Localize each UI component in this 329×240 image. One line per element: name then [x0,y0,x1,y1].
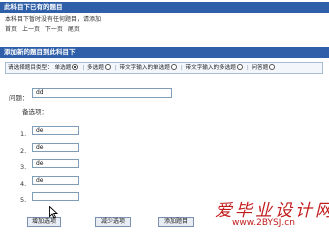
radio-icon[interactable] [269,64,276,70]
option-number: 1. [20,130,27,138]
prev-page-link[interactable]: 上一页 [22,26,40,33]
type-option-multi-text[interactable]: 带文字输入的多选题 [186,63,244,73]
option-input-2[interactable]: de [32,143,79,152]
add-question-title: 添加新的题目到此科目下 [4,48,76,56]
first-page-link[interactable]: 首页 [5,26,17,33]
question-type-selector: 请选择题目类型： 单选题 | 多选题 | 带文字输入的单选题 | 带文字输入的多选题 |… [5,62,323,74]
type-option-qa[interactable]: 问答题 [252,63,277,73]
option-input-1[interactable]: de [32,126,79,135]
mouse-cursor-icon [49,206,58,219]
option-number: 4. [20,180,27,188]
add-question-button[interactable]: 添加题目 [158,217,194,227]
radio-icon[interactable] [236,64,243,70]
pagination: 首页 上一页 下一页 尾页 [5,26,83,34]
option-number: 3. [20,163,27,171]
type-label: 请选择题目类型： [8,65,53,71]
empty-notice: 本科目下暂时没有任何题目，请添加 [5,16,102,23]
type-option-single[interactable]: 单选题 [55,63,80,73]
last-page-link[interactable]: 尾页 [68,26,80,33]
radio-icon[interactable] [72,64,79,70]
option-input-3[interactable]: de [32,159,79,168]
next-page-link[interactable]: 下一页 [45,26,63,33]
question-input[interactable]: dd [32,88,172,98]
remove-option-button[interactable]: 减少选项 [95,217,131,227]
options-label: 备选项： [22,108,48,116]
option-input-4[interactable]: de [32,176,79,185]
option-number: 5. [20,196,27,204]
radio-icon[interactable] [170,64,177,70]
option-number: 2. [20,147,27,155]
question-label: 问题： [9,94,29,102]
existing-questions-title: 此科目下已有的题目 [4,3,63,11]
radio-icon[interactable] [104,64,111,70]
option-input-5[interactable] [32,192,79,201]
type-option-single-text[interactable]: 带文字输入的单选题 [119,63,177,73]
add-question-header: 添加新的题目到此科目下 [0,47,329,58]
type-option-multi[interactable]: 多选题 [87,63,112,73]
existing-questions-header: 此科目下已有的题目 [0,2,329,13]
watermark-url: www.2BYSJ.cn [232,218,295,228]
